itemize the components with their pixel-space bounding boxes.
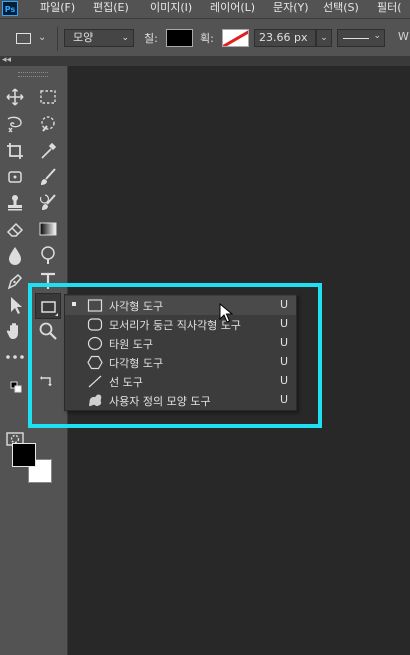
selected-bullet-icon (72, 302, 76, 306)
flyout-item-line-tool[interactable]: 선 도구 U (65, 372, 296, 391)
flyout-item-label: 사용자 정의 모양 도구 (109, 395, 211, 408)
flyout-item-polygon-tool[interactable]: 다각형 도구 U (65, 353, 296, 372)
rectangle-icon (87, 298, 103, 313)
dodge-tool-icon[interactable] (37, 244, 59, 266)
menu-select[interactable]: 선택(S) (323, 0, 359, 18)
flyout-item-ellipse-tool[interactable]: 타원 도구 U (65, 334, 296, 353)
line-icon (87, 374, 103, 389)
path-selection-tool-icon[interactable] (4, 294, 26, 316)
width-label: W (398, 30, 409, 43)
chevron-down-icon: ⌄ (121, 33, 129, 43)
rectangle-shape-icon (16, 33, 31, 44)
fill-label: 칠: (144, 32, 158, 45)
foreground-color-swatch[interactable] (12, 443, 36, 467)
spot-healing-brush-tool-icon[interactable] (4, 166, 26, 188)
options-bar: ⌄ 모양 ⌄ 칠: 획: 23.66 px ⌄ ⌄ W (0, 18, 410, 57)
menu-type[interactable]: 문자(Y) (273, 0, 309, 18)
crop-tool-icon[interactable] (4, 140, 26, 162)
flyout-item-label: 다각형 도구 (109, 357, 164, 370)
history-brush-tool-icon[interactable] (37, 192, 59, 214)
eyedropper-tool-icon[interactable] (37, 140, 59, 162)
fill-color-swatch[interactable] (166, 29, 193, 47)
custom-shape-icon (87, 393, 103, 408)
tool-mode-select[interactable]: 모양 ⌄ (64, 29, 134, 47)
chevron-down-icon: ⌄ (38, 32, 47, 43)
flyout-item-custom-shape-tool[interactable]: 사용자 정의 모양 도구 U (65, 391, 296, 410)
flyout-item-label: 사각형 도구 (109, 300, 164, 313)
gradient-tool-icon[interactable] (37, 218, 59, 240)
menu-filter[interactable]: 필터( (377, 0, 402, 18)
flyout-item-label: 선 도구 (109, 376, 143, 389)
quick-selection-tool-icon[interactable] (37, 113, 59, 135)
eraser-tool-icon[interactable] (4, 218, 26, 240)
flyout-item-shortcut: U (280, 393, 289, 406)
chevron-down-icon: ⌄ (373, 31, 381, 41)
pen-tool-icon[interactable] (4, 270, 26, 292)
collapse-panel-icon[interactable]: ◂◂ (2, 55, 11, 65)
tool-mode-value: 모양 (73, 31, 94, 44)
menu-bar: Ps 파일(F) 편집(E) 이미지(I) 레이어(L) 문자(Y) 선택(S)… (0, 0, 410, 18)
no-color-slash-icon (223, 30, 248, 46)
rounded-rectangle-icon (87, 317, 103, 332)
menu-layer[interactable]: 레이어(L) (210, 0, 255, 18)
stroke-label: 획: (200, 32, 214, 45)
edit-toolbar-icon[interactable] (4, 346, 26, 368)
flyout-item-rectangle-tool[interactable]: 사각형 도구 U (65, 296, 296, 315)
move-tool-icon[interactable] (4, 86, 26, 108)
type-tool-icon[interactable] (37, 270, 59, 292)
marquee-tool-icon[interactable] (37, 86, 59, 108)
hand-tool-icon[interactable] (4, 320, 26, 342)
tool-preset-picker[interactable]: ⌄ (11, 29, 51, 49)
clone-stamp-tool-icon[interactable] (4, 192, 26, 214)
shape-tool-flyout-menu: 사각형 도구 U 모서리가 둥근 직사각형 도구 U 타원 도구 U 다각형 도… (64, 294, 297, 411)
menu-file[interactable]: 파일(F) (40, 0, 75, 18)
menu-image[interactable]: 이미지(I) (150, 0, 192, 18)
divider (57, 27, 58, 51)
stroke-type-select[interactable]: ⌄ (337, 29, 385, 47)
ellipse-icon (87, 336, 103, 351)
zoom-tool-icon[interactable] (37, 320, 59, 342)
tools-panel (0, 66, 68, 655)
swap-colors-icon[interactable] (40, 374, 54, 388)
solid-line-icon (343, 38, 369, 39)
lasso-tool-icon[interactable] (4, 113, 26, 135)
menu-edit[interactable]: 편집(E) (93, 0, 129, 18)
panel-header-strip: ◂◂ (0, 55, 410, 66)
flyout-item-label: 타원 도구 (109, 338, 153, 351)
flyout-item-shortcut: U (280, 374, 289, 387)
brush-tool-icon[interactable] (37, 166, 59, 188)
flyout-item-shortcut: U (280, 298, 289, 311)
rectangle-tool-icon[interactable] (35, 293, 61, 319)
photoshop-logo-icon: Ps (2, 1, 18, 16)
mouse-cursor-icon (219, 302, 234, 323)
flyout-item-shortcut: U (280, 336, 289, 349)
blur-tool-icon[interactable] (4, 244, 26, 266)
polygon-icon (87, 355, 103, 370)
default-colors-icon[interactable] (10, 381, 22, 393)
flyout-item-rounded-rectangle-tool[interactable]: 모서리가 둥근 직사각형 도구 U (65, 315, 296, 334)
stroke-width-dropdown[interactable]: ⌄ (316, 29, 332, 47)
panel-grip[interactable] (18, 72, 48, 77)
flyout-item-shortcut: U (280, 355, 289, 368)
stroke-color-swatch[interactable] (222, 29, 249, 47)
stroke-width-input[interactable]: 23.66 px (254, 29, 316, 47)
flyout-item-shortcut: U (280, 317, 289, 330)
